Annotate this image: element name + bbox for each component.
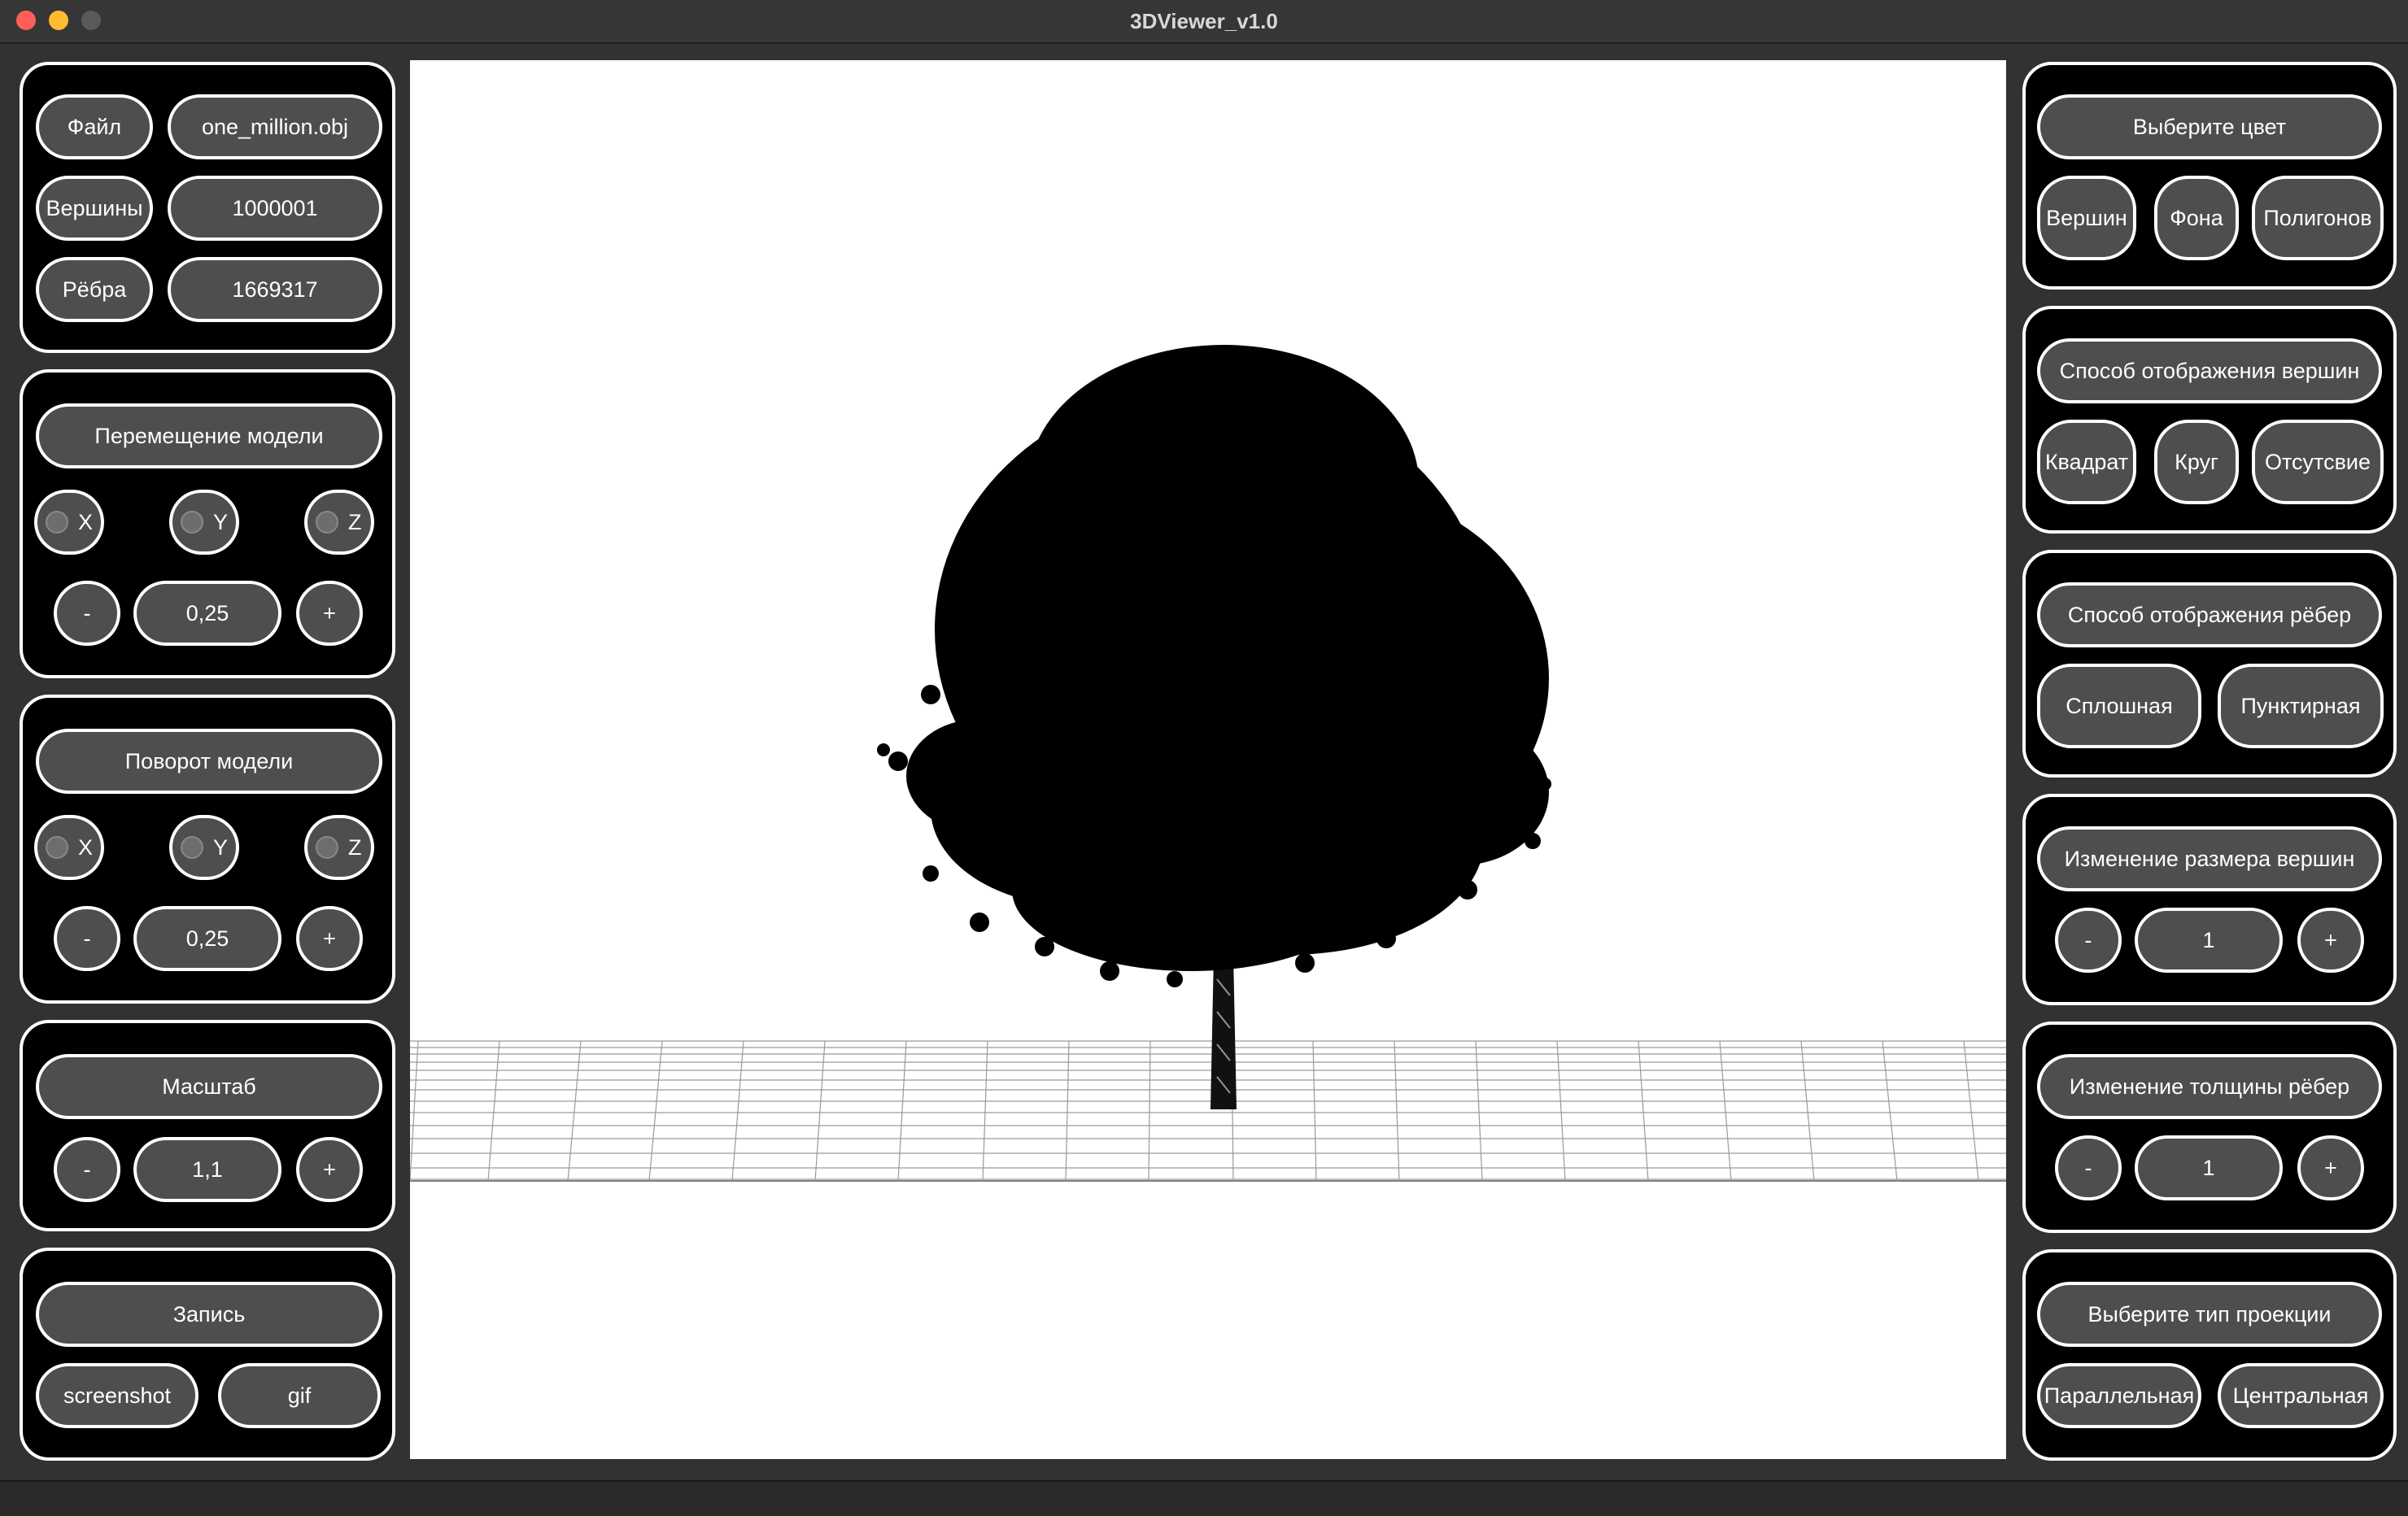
close-window-button[interactable] xyxy=(16,11,36,30)
file-label[interactable]: Файл xyxy=(36,94,153,159)
title-bar: 3DViewer_v1.0 xyxy=(0,0,2408,44)
choose-color-title: Выберите цвет xyxy=(2037,94,2382,159)
model-viewport[interactable] xyxy=(410,60,2006,1459)
edges-label: Рёбра xyxy=(36,257,153,322)
radio-indicator xyxy=(46,511,68,534)
radio-indicator xyxy=(181,511,203,534)
rotate-increase-button[interactable]: + xyxy=(296,906,363,971)
rotate-step-value[interactable]: 0,25 xyxy=(133,906,281,971)
vertex-circle-button[interactable]: Круг xyxy=(2154,420,2239,504)
minimize-window-button[interactable] xyxy=(49,11,68,30)
edge-width-increase-button[interactable]: + xyxy=(2297,1135,2364,1200)
status-bar xyxy=(0,1480,2408,1516)
rotate-decrease-button[interactable]: - xyxy=(54,906,120,971)
edge-dashed-button[interactable]: Пунктирная xyxy=(2218,664,2384,748)
translate-panel: Перемещение модели X Y Z - 0,25 + xyxy=(20,369,395,678)
vertices-label: Вершины xyxy=(36,176,153,241)
radio-indicator xyxy=(181,836,203,859)
central-projection-button[interactable]: Центральная xyxy=(2218,1363,2384,1428)
translate-increase-button[interactable]: + xyxy=(296,581,363,646)
vertex-display-title: Способ отображения вершин xyxy=(2037,338,2382,403)
color-panel: Выберите цвет Вершин Фона Полигонов xyxy=(2022,62,2397,290)
file-name-value: one_million.obj xyxy=(168,94,382,159)
vertex-color-button[interactable]: Вершин xyxy=(2037,176,2136,260)
edge-width-value[interactable]: 1 xyxy=(2135,1135,2283,1200)
translate-step-value[interactable]: 0,25 xyxy=(133,581,281,646)
zoom-window-button[interactable] xyxy=(81,11,101,30)
tree-model-render xyxy=(410,345,2006,1182)
vertex-display-panel: Способ отображения вершин Квадрат Круг О… xyxy=(2022,306,2397,534)
vertex-size-value[interactable]: 1 xyxy=(2135,908,2283,973)
rotate-axis-z[interactable]: Z xyxy=(304,815,374,880)
record-panel: Запись screenshot gif xyxy=(20,1248,395,1461)
radio-indicator xyxy=(316,511,338,534)
projection-title: Выберите тип проекции xyxy=(2037,1282,2382,1347)
translate-title: Перемещение модели xyxy=(36,403,382,468)
edge-width-decrease-button[interactable]: - xyxy=(2055,1135,2122,1200)
radio-indicator xyxy=(46,836,68,859)
projection-panel: Выберите тип проекции Параллельная Центр… xyxy=(2022,1249,2397,1461)
rotate-axis-x[interactable]: X xyxy=(34,815,104,880)
vertices-count: 1000001 xyxy=(168,176,382,241)
gif-button[interactable]: gif xyxy=(218,1363,381,1428)
rotate-title: Поворот модели xyxy=(36,729,382,794)
edges-count: 1669317 xyxy=(168,257,382,322)
rotate-panel: Поворот модели X Y Z - 0,25 + xyxy=(20,695,395,1004)
background-color-button[interactable]: Фона xyxy=(2154,176,2239,260)
record-title: Запись xyxy=(36,1282,382,1347)
rotate-axis-y[interactable]: Y xyxy=(169,815,239,880)
edge-display-panel: Способ отображения рёбер Сплошная Пункти… xyxy=(2022,550,2397,778)
scale-title: Масштаб xyxy=(36,1054,382,1119)
vertex-size-increase-button[interactable]: + xyxy=(2297,908,2364,973)
vertex-size-panel: Изменение размера вершин - 1 + xyxy=(2022,794,2397,1005)
edge-width-title: Изменение толщины рёбер xyxy=(2037,1054,2382,1119)
vertex-size-decrease-button[interactable]: - xyxy=(2055,908,2122,973)
parallel-projection-button[interactable]: Параллельная xyxy=(2037,1363,2201,1428)
vertex-size-title: Изменение размера вершин xyxy=(2037,826,2382,891)
translate-axis-x[interactable]: X xyxy=(34,490,104,555)
polygon-color-button[interactable]: Полигонов xyxy=(2252,176,2384,260)
file-info-panel: Файл one_million.obj Вершины 1000001 Рёб… xyxy=(20,62,395,353)
scale-increase-button[interactable]: + xyxy=(296,1137,363,1202)
scale-value[interactable]: 1,1 xyxy=(133,1137,281,1202)
screenshot-button[interactable]: screenshot xyxy=(36,1363,198,1428)
scale-panel: Масштаб - 1,1 + xyxy=(20,1020,395,1231)
translate-decrease-button[interactable]: - xyxy=(54,581,120,646)
edge-width-panel: Изменение толщины рёбер - 1 + xyxy=(2022,1022,2397,1233)
vertex-square-button[interactable]: Квадрат xyxy=(2037,420,2136,504)
scale-decrease-button[interactable]: - xyxy=(54,1137,120,1202)
translate-axis-z[interactable]: Z xyxy=(304,490,374,555)
edge-solid-button[interactable]: Сплошная xyxy=(2037,664,2201,748)
translate-axis-y[interactable]: Y xyxy=(169,490,239,555)
vertex-none-button[interactable]: Отсутсвие xyxy=(2252,420,2384,504)
radio-indicator xyxy=(316,836,338,859)
ground-grid xyxy=(410,1040,2006,1182)
tree-canopy xyxy=(906,345,1549,971)
edge-display-title: Способ отображения рёбер xyxy=(2037,582,2382,647)
window-title: 3DViewer_v1.0 xyxy=(1130,8,1278,33)
